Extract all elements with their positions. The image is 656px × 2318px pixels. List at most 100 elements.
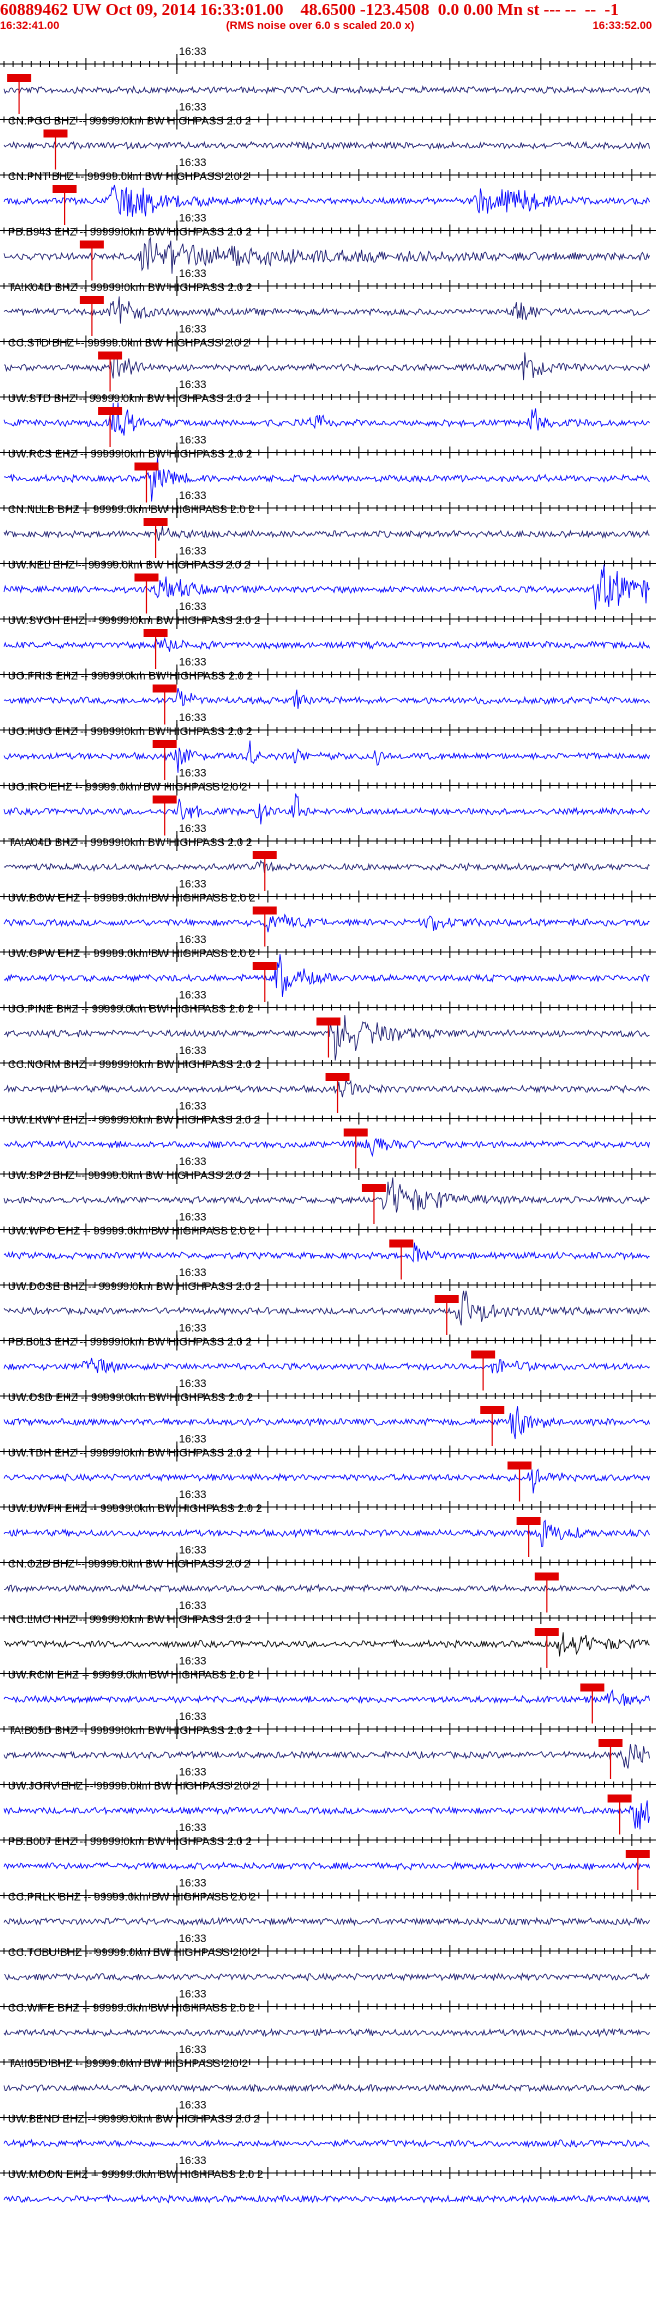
minute-label: 16:33	[179, 1101, 207, 1113]
trace-row: 16:33 PB.B943 EHZ -- 99999.0km BW HIGHPAS…	[0, 213, 656, 281]
trace-row: 16:33 UW.UWFH EHZ -- 99999.0km BW HIGHPAS…	[0, 1489, 656, 1557]
pick-marker	[143, 629, 168, 637]
pick-marker	[98, 407, 123, 415]
station-label: PB.B943 EHZ -- 99999.0km BW HIGHPASS 2.0…	[8, 227, 252, 239]
waveform	[3, 140, 650, 151]
pick-marker	[580, 1683, 605, 1692]
pick-marker	[625, 1850, 650, 1858]
waveform	[3, 1861, 650, 1871]
station-label: CC.NORM BHZ -- 99999.0km BW HIGHPASS 2.0…	[8, 1059, 261, 1071]
pick-marker	[134, 462, 159, 471]
station-label: CN.NLLB BHZ -- 99999.0km BW HIGHPASS 2.0…	[8, 504, 255, 516]
trace-row: 16:33 UW.NEL EHZ -- 99999.0km BW HIGHPASS…	[0, 546, 656, 614]
rms-noise-note: (RMS noise over 6.0 s scaled 20.0 x)	[226, 20, 415, 32]
station-label: UW.DOSE BHZ -- 99999.0km BW HIGHPASS 2.0…	[8, 1281, 260, 1293]
pick-marker	[134, 573, 159, 582]
waveform	[3, 1916, 650, 1927]
station-label: CC.PRLK BHZ -- 99999.0km BW HIGHPASS 2.0…	[8, 1892, 256, 1904]
station-label: UW.BOW EHZ -- 99999.0km BW HIGHPASS 2.0 …	[8, 893, 255, 905]
waveform	[3, 1242, 650, 1263]
station-label: UW.MOON EHZ -- 99999.0km BW HIGHPASS 2.0…	[8, 2169, 263, 2181]
station-label: UW.GPW EHZ -- 99999.0km BW HIGHPASS 2.0 …	[8, 948, 255, 960]
station-label: TA.B05D BHZ -- 99999.0km BW HIGHPASS 2.0…	[8, 1725, 252, 1737]
waveform	[3, 457, 650, 502]
trace-row: 16:33 UW.RCM EHZ -- 99999.0km BW HIGHPASS…	[0, 1656, 656, 1724]
waveform	[4, 1583, 650, 1593]
trace-row: 16:33 UW.MOON EHZ -- 99999.0km BW HIGHPAS…	[0, 2155, 656, 2204]
record-header: 60889462 UW Oct 09, 2014 16:33:01.00 48.…	[0, 0, 656, 34]
trace-row: 16:33 UW.LKWY EHZ -- 99999.0km BW HIGHPAS…	[0, 1101, 656, 1169]
station-label: TA.K04D BHZ -- 99999.0km BW HIGHPASS 2.0…	[8, 282, 252, 294]
minute-label: 16:33	[179, 879, 207, 891]
waveform	[3, 85, 650, 95]
station-label: UW.OSD EHZ -- 99999.0km BW HIGHPASS 2.0 …	[8, 1392, 253, 1404]
minute-label: 16:33	[179, 990, 207, 1002]
pick-marker	[79, 296, 104, 304]
station-label: UW.STD BHZ -- 99999.0km BW HIGHPASS 2.0 …	[8, 393, 251, 405]
station-label: CN.PNT BHZ -- 99999.0km BW HIGHPASS 2.0 …	[8, 171, 249, 183]
station-label: UW.JORV EHZ -- 99999.0km BW HIGHPASS 2.0…	[8, 1781, 258, 1793]
minute-label: 16:33	[179, 1212, 207, 1224]
minute-label: 16:33	[179, 1767, 207, 1779]
trace-row: 16:33 UW.JORV EHZ -- 99999.0km BW HIGHPAS…	[0, 1767, 656, 1835]
waveform	[3, 954, 650, 998]
trace-row: 16:33 UO.IRO EHZ -- 99999.0km BW HIGHPASS…	[0, 768, 656, 836]
minute-label: 16:33	[179, 1822, 207, 1834]
minute-label: 16:33	[179, 1045, 207, 1057]
waveform	[3, 1137, 650, 1158]
trace-row: 16:33 CC.WIFE BHZ -- 99999.0km BW HIGHPAS…	[0, 1989, 656, 2038]
waveform	[3, 1406, 650, 1440]
minute-label: 16:33	[179, 1933, 207, 1945]
minute-label: 16:33	[179, 324, 207, 336]
waveform	[3, 2138, 650, 2149]
station-label: NC.LMC HHZ -- 99999.0km BW HIGHPASS 2.0 …	[8, 1614, 251, 1626]
minute-label: 16:33	[179, 2100, 207, 2112]
waveform	[3, 1743, 650, 1769]
trace-row: 16:33 CN.OZB BHZ -- 99999.0km BW HIGHPASS…	[0, 1545, 656, 1613]
pick-marker	[79, 240, 104, 249]
pick-marker	[252, 962, 277, 970]
pick-marker	[534, 1572, 559, 1581]
minute-label: 16:33	[179, 435, 207, 447]
station-label: CN.PGC BHZ -- 99999.0km BW HIGHPASS 2.0 …	[8, 116, 251, 128]
pick-marker	[471, 1350, 496, 1359]
pick-marker	[316, 1017, 341, 1026]
trace-row: 16:33	[0, 46, 656, 114]
station-label: UO.FRIS EHZ -- 99999.0km BW HIGHPASS 2.0…	[8, 671, 253, 683]
pick-marker	[152, 684, 177, 693]
event-title: 60889462 UW Oct 09, 2014 16:33:01.00 48.…	[0, 0, 619, 19]
trace-row: 16:33 TA.I05D BHZ -- 99999.0km BW HIGHPAS…	[0, 2044, 656, 2093]
minute-label: 16:33	[179, 379, 207, 391]
trace-row: 16:33 UO.PINE BHZ -- 99999.0km BW HIGHPAS…	[0, 990, 656, 1061]
minute-label: 16:33	[179, 1545, 207, 1557]
trace-row: 16:33 UW.DOSE BHZ -- 99999.0km BW HIGHPAS…	[0, 1267, 656, 1335]
station-label: UW.NEL EHZ -- 99999.0km BW HIGHPASS 2.0 …	[8, 560, 250, 572]
station-label: UO.IRO EHZ -- 99999.0km BW HIGHPASS 2.0 …	[8, 782, 247, 794]
pick-marker	[389, 1239, 414, 1248]
waveform	[3, 740, 650, 773]
minute-label: 16:33	[179, 768, 207, 780]
trace-row: 16:33 UW.GPW EHZ -- 99999.0km BW HIGHPASS…	[0, 934, 656, 1002]
station-label: UO.PINE BHZ -- 99999.0km BW HIGHPASS 2.0…	[8, 1004, 254, 1016]
station-label: CN.OZB BHZ -- 99999.0km BW HIGHPASS 2.0 …	[8, 1559, 250, 1571]
pick-marker	[507, 1461, 532, 1470]
waveform	[3, 1972, 650, 1982]
station-label: CC.STD BHZ -- 99999.0km BW HIGHPASS 2.0 …	[8, 338, 249, 350]
station-label: TA.I05D BHZ -- 99999.0km BW HIGHPASS 2.0…	[8, 2058, 248, 2070]
waveform	[3, 525, 650, 541]
waveform	[3, 1177, 650, 1213]
minute-label: 16:33	[179, 1323, 207, 1335]
pick-marker	[152, 740, 177, 748]
station-label: UW.RCS EHZ -- 99999.0km BW HIGHPASS 2.0 …	[8, 449, 252, 461]
trace-row: 16:33 CC.STD BHZ -- 99999.0km BW HIGHPASS…	[0, 324, 656, 392]
trace-row: 16:33 CN.PNT BHZ -- 99999.0km BW HIGHPASS…	[0, 157, 656, 225]
trace-row: 16:33 UW.OSD EHZ -- 99999.0km BW HIGHPASS…	[0, 1378, 656, 1446]
waveform	[3, 2027, 650, 2038]
trace-row: 16:33 TA.A04D BHZ -- 99999.0km BW HIGHPAS…	[0, 823, 656, 891]
minute-label: 16:33	[179, 1434, 207, 1446]
waveform	[3, 1078, 650, 1098]
trace-row: 16:33 UW.WPO EHZ -- 99999.0km BW HIGHPASS…	[0, 1212, 656, 1280]
start-time-label: 16:32:41.00	[0, 20, 60, 32]
trace-row: 16:33 UW.BEND EHZ -- 99999.0km BW HIGHPAS…	[0, 2100, 656, 2149]
waveform	[3, 859, 650, 873]
